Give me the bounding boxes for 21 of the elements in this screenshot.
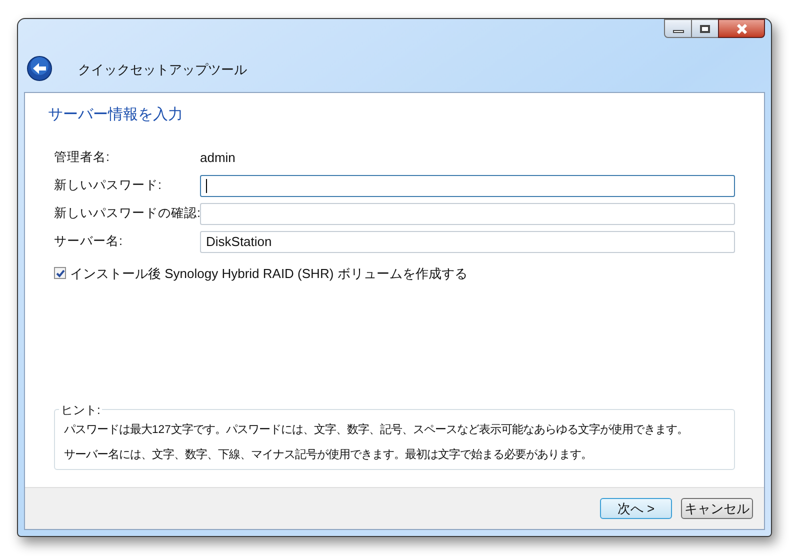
hint-text: パスワードは最大127文字です。パスワードには、文字、数字、記号、スペースなど表示可能なあらゆる文字が使用できます。 bbox=[64, 422, 688, 438]
minimize-button[interactable] bbox=[664, 19, 692, 38]
field-label: 新しいパスワードの確認: bbox=[54, 205, 200, 222]
field-label: サーバー名: bbox=[54, 233, 124, 250]
input-field[interactable]: DiskStation bbox=[200, 230, 735, 252]
field-label: 管理者名: bbox=[54, 149, 110, 166]
input-field[interactable] bbox=[200, 174, 735, 196]
input-field[interactable] bbox=[200, 202, 735, 224]
cancel-button[interactable]: キャンセル bbox=[681, 498, 753, 519]
window-title: クイックセットアップツール bbox=[78, 60, 247, 78]
field-value: admin bbox=[200, 148, 236, 167]
close-button[interactable] bbox=[718, 19, 765, 38]
page-heading: サーバー情報を入力 bbox=[48, 105, 184, 125]
next-button[interactable]: 次へ > bbox=[600, 498, 672, 519]
back-icon[interactable] bbox=[27, 56, 52, 81]
checkbox-label[interactable]: インストール後 Synology Hybrid RAID (SHR) ボリュームを作成する bbox=[70, 264, 468, 283]
maximize-button[interactable] bbox=[692, 19, 718, 38]
field-label: 新しいパスワード: bbox=[54, 177, 162, 194]
checkbox[interactable] bbox=[54, 267, 66, 280]
hint-text: サーバー名には、文字、数字、下線、マイナス記号が使用できます。最初は文字で始まる必要があります。 bbox=[64, 447, 592, 463]
close-icon bbox=[736, 24, 748, 34]
